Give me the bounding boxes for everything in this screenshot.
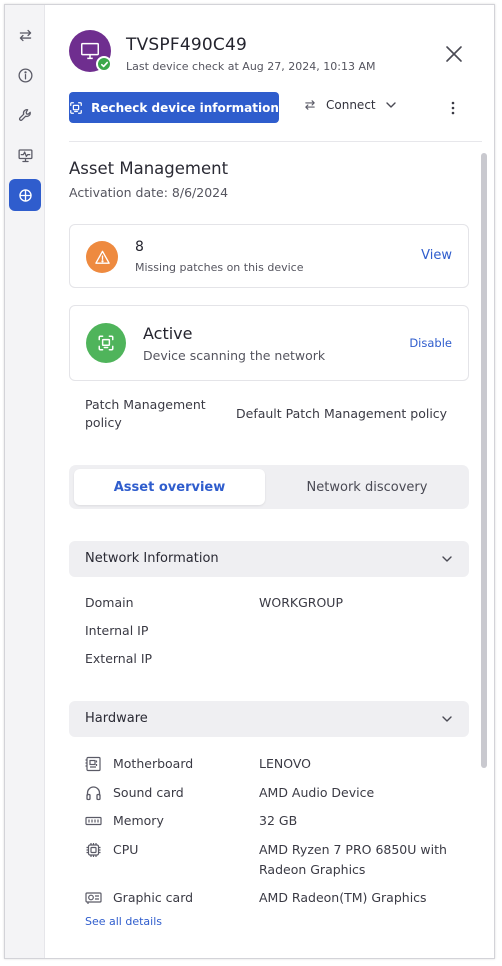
recheck-device-button[interactable]: Recheck device information [69, 92, 279, 123]
hardware-accordion[interactable]: Hardware [69, 701, 469, 737]
scan-status-title: Active [143, 324, 193, 343]
domain-value: WORKGROUP [259, 595, 343, 610]
status-badge [96, 56, 112, 72]
connect-dropdown[interactable]: Connect [303, 98, 397, 112]
cpu-label: CPU [113, 842, 139, 857]
wrench-icon [18, 108, 31, 121]
rail-tools-button[interactable] [9, 99, 41, 131]
external-ip-label: External IP [85, 651, 153, 666]
memory-value: 32 GB [259, 813, 298, 828]
close-icon [446, 46, 462, 62]
cpu-icon [86, 843, 101, 857]
asset-grid-icon [18, 188, 32, 202]
view-tabs: Asset overview Network discovery [69, 465, 469, 509]
activation-date: Activation date: 8/6/2024 [69, 185, 229, 200]
swap-arrows-icon [19, 29, 31, 41]
policy-value: Default Patch Management policy [236, 406, 448, 421]
rail-info-button[interactable] [9, 59, 41, 91]
device-name: TVSPF490C49 [126, 35, 247, 55]
policy-label: Patch Management policy [85, 397, 206, 430]
motherboard-label: Motherboard [113, 756, 194, 771]
recheck-device-label: Recheck device information [91, 100, 279, 115]
scan-status-badge [86, 323, 126, 363]
rail-swap-button[interactable] [9, 19, 41, 51]
last-check-text: Last device check at Aug 27, 2024, 10:13… [126, 60, 376, 73]
scan-device-icon [98, 335, 114, 351]
headphones-icon [86, 786, 101, 801]
info-icon [17, 67, 33, 83]
internal-ip-label: Internal IP [85, 623, 149, 638]
header-divider [69, 141, 482, 142]
graphic-card-label: Graphic card [113, 890, 194, 905]
check-icon [100, 61, 108, 67]
view-patches-link[interactable]: View [421, 248, 452, 263]
missing-patches-card: 8 Missing patches on this device View [69, 224, 469, 288]
memory-label: Memory [113, 813, 164, 828]
memory-icon [85, 816, 102, 826]
graphic-card-value: AMD Radeon(TM) Graphics [259, 890, 427, 905]
chevron-down-icon [442, 556, 452, 562]
warning-badge [86, 241, 118, 273]
rail-asset-button[interactable] [9, 179, 41, 211]
asset-management-title: Asset Management [69, 159, 229, 178]
see-all-details-link[interactable]: See all details [85, 915, 162, 928]
details-panel: TVSPF490C49 Last device check at Aug 27,… [45, 5, 494, 958]
graphic-card-icon [85, 892, 102, 904]
tab-asset-overview[interactable]: Asset overview [74, 469, 265, 505]
domain-label: Domain [85, 595, 134, 610]
swap-arrows-icon [305, 100, 315, 110]
missing-patches-label: Missing patches on this device [135, 261, 304, 274]
connect-label: Connect [326, 98, 376, 112]
cpu-value: AMD Ryzen 7 PRO 6850U with Radeon Graphi… [259, 842, 447, 877]
rail-monitoring-button[interactable] [9, 139, 41, 171]
scan-device-icon [70, 101, 82, 114]
scrollbar[interactable] [481, 153, 487, 768]
hardware-title: Hardware [85, 711, 148, 726]
motherboard-icon [85, 756, 101, 772]
warning-icon [94, 250, 110, 264]
network-info-title: Network Information [85, 551, 219, 566]
motherboard-value: LENOVO [259, 756, 312, 771]
chevron-down-icon [385, 102, 396, 108]
disable-scan-link[interactable]: Disable [409, 336, 452, 350]
side-rail [5, 5, 45, 958]
tab-network-discovery[interactable]: Network discovery [269, 469, 465, 505]
scan-status-description: Device scanning the network [143, 348, 326, 363]
sound-card-label: Sound card [113, 785, 184, 800]
close-button[interactable] [443, 43, 465, 65]
sound-card-value: AMD Audio Device [259, 785, 375, 800]
missing-patches-count: 8 [135, 239, 144, 255]
device-details-window: TVSPF490C49 Last device check at Aug 27,… [4, 4, 495, 959]
monitor-activity-icon [17, 148, 33, 162]
more-vertical-icon [451, 101, 455, 115]
network-info-accordion[interactable]: Network Information [69, 541, 469, 577]
more-options-button[interactable] [445, 99, 461, 117]
network-scan-card: Active Device scanning the network Disab… [69, 305, 469, 381]
chevron-down-icon [442, 716, 452, 722]
